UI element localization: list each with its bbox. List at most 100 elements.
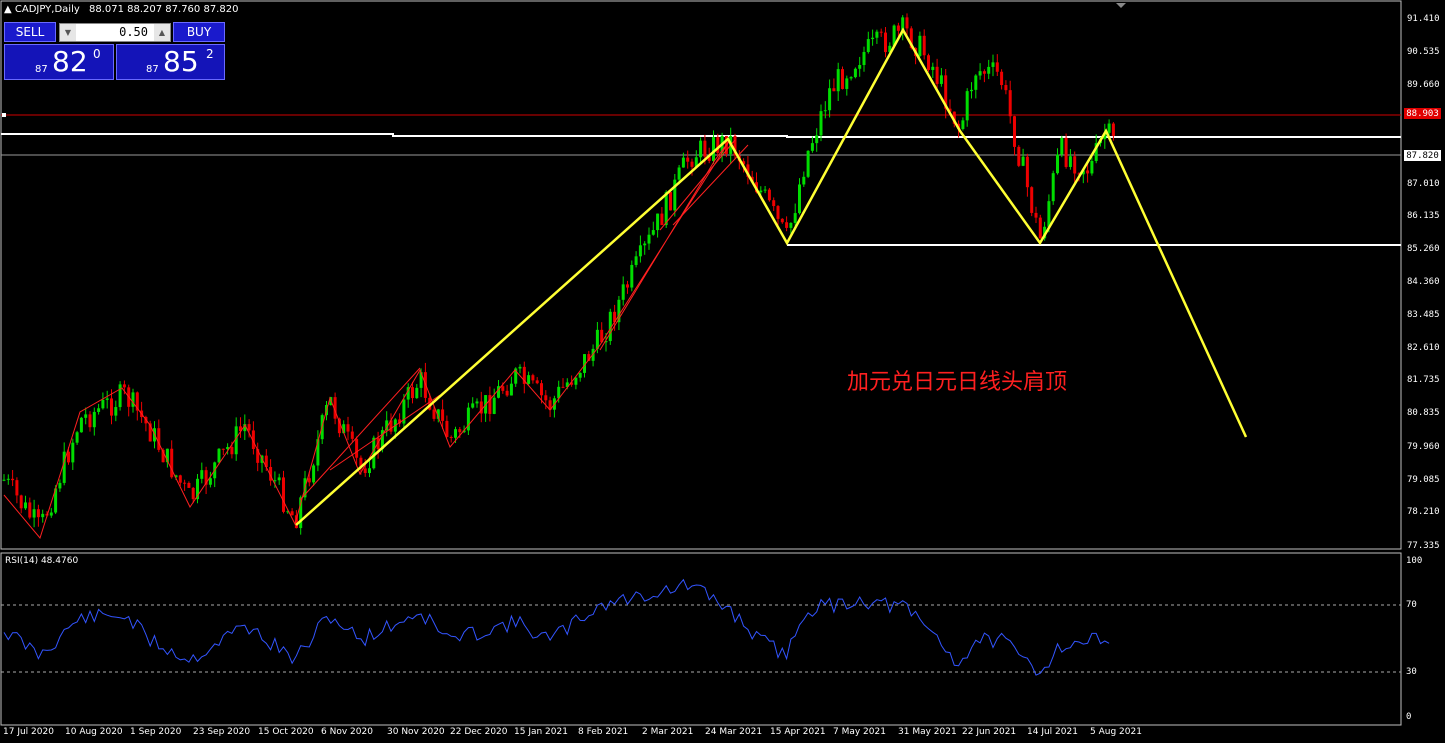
candle-body — [802, 176, 806, 185]
buy-button[interactable]: BUY — [173, 22, 225, 42]
candle-body — [561, 386, 565, 388]
candle-body — [1060, 137, 1064, 155]
one-click-trading-panel: SELL ▼ 0.50 ▲ BUY 87 82 0 87 85 2 — [4, 22, 225, 80]
candle-body — [828, 88, 832, 111]
candle-body — [767, 189, 771, 201]
candle-body — [1064, 137, 1068, 167]
rsi-panel-frame — [0, 552, 1402, 726]
lot-size-value[interactable]: 0.50 — [119, 25, 148, 39]
candle-body — [1008, 90, 1012, 117]
buy-price-big: 85 — [163, 45, 199, 78]
price-axis-label: 80.835 — [1407, 408, 1440, 418]
price-axis-label: 84.360 — [1407, 277, 1440, 287]
candle-body — [41, 513, 45, 518]
candle-body — [905, 17, 909, 29]
candle-body — [1038, 217, 1042, 239]
candle-body — [24, 502, 27, 509]
chart-canvas[interactable] — [0, 0, 1445, 743]
time-axis-label: 23 Sep 2020 — [193, 727, 251, 737]
candle-body — [815, 135, 819, 144]
candle-body — [1013, 116, 1016, 147]
candle-body — [836, 69, 840, 92]
main-chart-frame — [0, 0, 1402, 550]
candle-body — [97, 408, 101, 412]
candle-body — [849, 77, 853, 79]
candle-body — [415, 387, 419, 399]
candle-body — [845, 78, 849, 89]
candle-body — [634, 256, 638, 265]
rsi-axis-label: 100 — [1406, 556, 1423, 566]
buy-price-box[interactable]: 87 85 2 — [116, 44, 225, 80]
candle-body — [974, 75, 978, 90]
candle-body — [230, 447, 234, 455]
candle-body — [681, 157, 685, 168]
candle-body — [15, 480, 19, 496]
candle-body — [776, 206, 780, 219]
candle-body — [995, 62, 999, 72]
candle-body — [36, 509, 40, 518]
head-shoulders-pattern-line — [295, 27, 1248, 526]
candle-body — [690, 161, 694, 167]
candle-body — [935, 66, 939, 84]
candle-body — [922, 35, 926, 56]
price-axis-label: 81.735 — [1407, 375, 1440, 385]
candle-body — [208, 478, 212, 485]
price-axis-label: 82.610 — [1407, 343, 1440, 353]
arrow-down-icon[interactable]: ▼ — [60, 24, 76, 41]
pattern-annotation: 加元兑日元日线头肩顶 — [847, 370, 1068, 395]
candle-body — [961, 120, 965, 129]
candle-body — [1000, 71, 1004, 86]
candle-body — [939, 75, 943, 84]
candle-body — [79, 417, 83, 433]
price-axis-label: 77.335 — [1407, 541, 1440, 551]
lot-size-input[interactable]: ▼ 0.50 ▲ — [59, 23, 171, 42]
sell-button[interactable]: SELL — [4, 22, 56, 42]
candle-body — [991, 62, 995, 67]
candle-body — [699, 140, 703, 158]
candle-body — [475, 401, 479, 404]
candle-body — [965, 91, 969, 121]
arrow-up-icon[interactable]: ▲ — [154, 24, 170, 41]
candle-body — [221, 448, 225, 450]
price-axis-label: 86.135 — [1407, 211, 1440, 221]
price-axis-label: 79.085 — [1407, 475, 1440, 485]
candle-body — [118, 384, 122, 408]
time-axis-label: 14 Jul 2021 — [1027, 727, 1078, 737]
candle-body — [862, 51, 866, 66]
collapse-triangle-icon[interactable]: ▲ — [4, 4, 12, 15]
time-axis-label: 10 Aug 2020 — [65, 727, 123, 737]
price-axis-label: 89.660 — [1407, 80, 1440, 90]
candle-body — [411, 387, 414, 399]
candle-body — [1056, 154, 1059, 174]
candle-body — [509, 383, 513, 396]
candle-body — [927, 55, 930, 70]
candle-body — [987, 66, 991, 74]
candle-body — [75, 432, 79, 443]
candle-body — [19, 495, 23, 509]
sell-price-box[interactable]: 87 82 0 — [4, 44, 114, 80]
candle-body — [544, 395, 548, 401]
candle-body — [183, 482, 187, 484]
candle-body — [449, 436, 453, 438]
candle-body — [819, 111, 823, 136]
candle-body — [1030, 187, 1034, 213]
rsi-indicator-label: RSI(14) 48.4760 — [5, 556, 79, 566]
candle-body — [312, 465, 316, 483]
candle-body — [832, 88, 836, 92]
candle-body — [759, 190, 763, 193]
candle-body — [884, 32, 887, 53]
rsi-line — [3, 578, 1110, 676]
time-axis-label: 8 Feb 2021 — [578, 727, 629, 737]
time-axis-label: 2 Mar 2021 — [642, 727, 694, 737]
candle-body — [441, 409, 445, 421]
candle-body — [1051, 173, 1055, 202]
time-axis-label: 1 Sep 2020 — [130, 727, 182, 737]
candle-body — [638, 245, 642, 257]
candle-body — [896, 25, 900, 31]
candle-body — [363, 468, 367, 474]
candle-body — [178, 475, 182, 483]
candle-body — [92, 411, 96, 428]
candle-body — [1017, 146, 1021, 166]
candle-body — [32, 509, 36, 518]
candle-body — [630, 264, 634, 288]
